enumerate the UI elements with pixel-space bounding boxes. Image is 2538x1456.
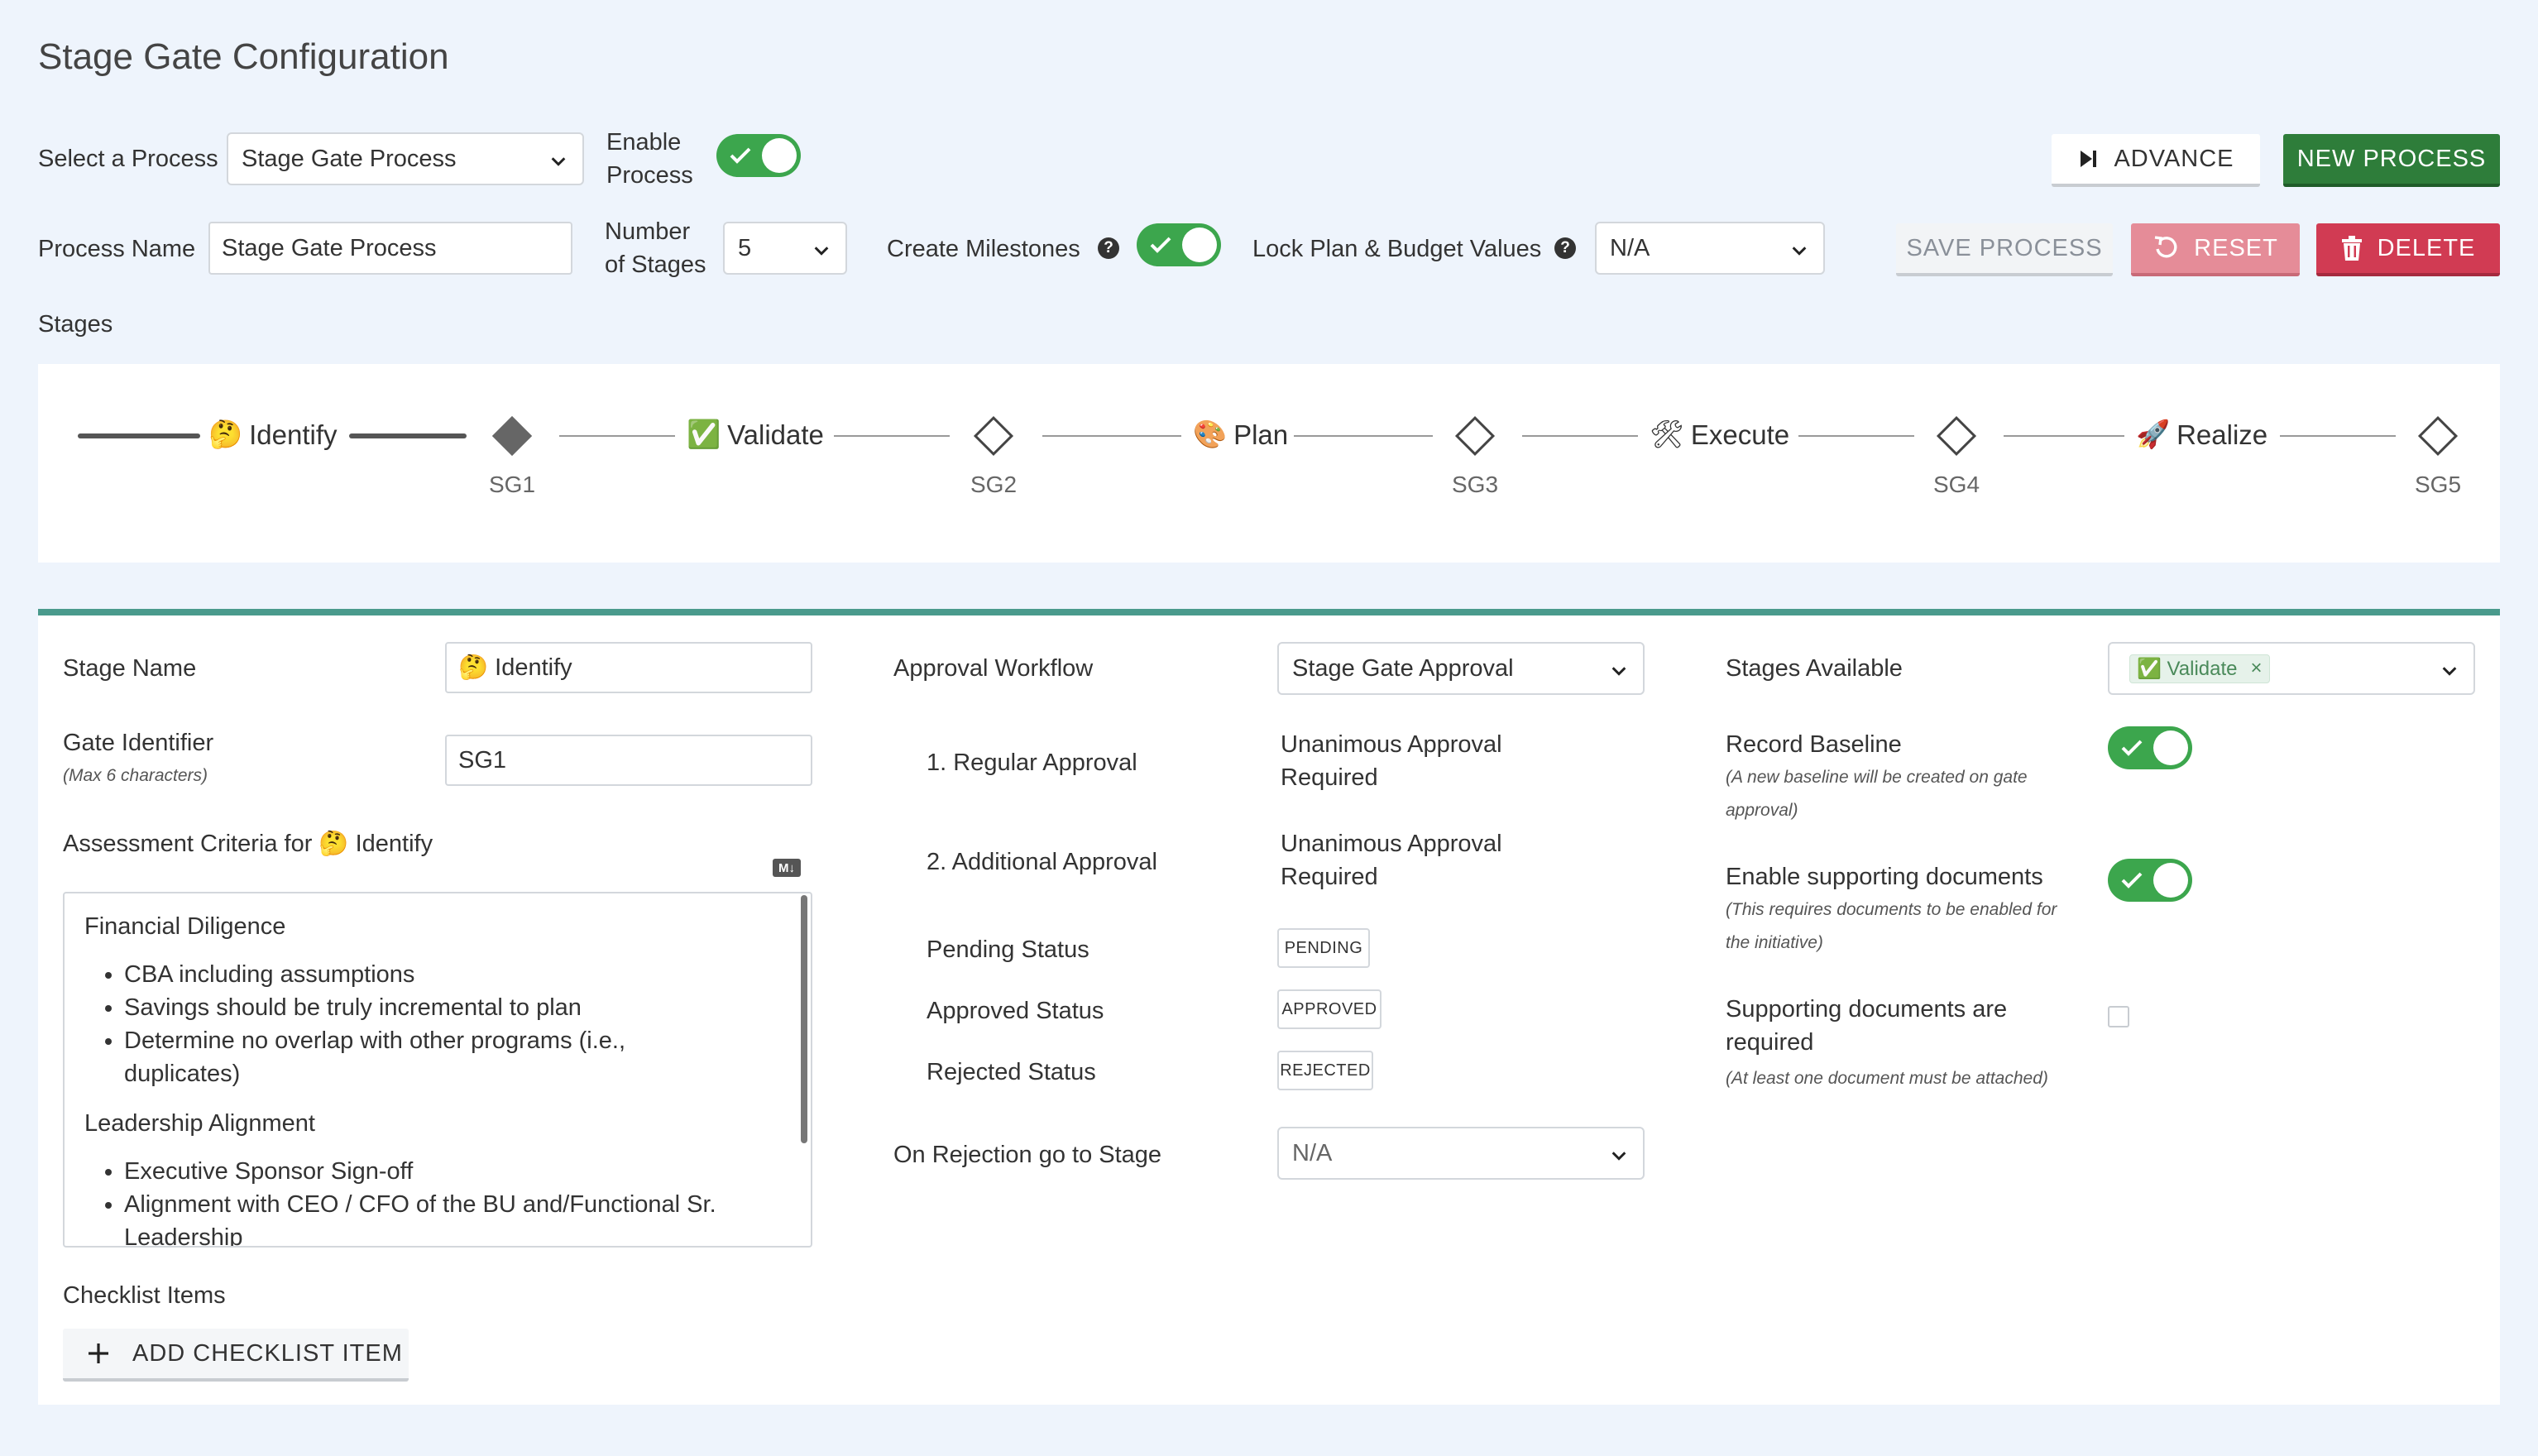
select-process-label: Select a Process bbox=[38, 146, 218, 172]
lock-plan-budget-label: Lock Plan & Budget Values bbox=[1252, 236, 1542, 262]
record-baseline-toggle[interactable] bbox=[2108, 726, 2192, 769]
create-milestones-label: Create Milestones bbox=[887, 236, 1080, 262]
criteria-item: Savings should be truly incremental to p… bbox=[124, 991, 791, 1024]
check-icon bbox=[1150, 237, 1171, 253]
enable-supporting-docs-note: (This requires documents to be enabled f… bbox=[1726, 900, 2057, 952]
create-milestones-toggle[interactable] bbox=[1137, 223, 1221, 266]
markdown-icon: M↓ bbox=[773, 859, 801, 877]
regular-approval-label: 1. Regular Approval bbox=[927, 750, 1137, 776]
approval-workflow-select[interactable]: Stage Gate Approval bbox=[1277, 642, 1645, 695]
criteria-heading: Leadership Alignment bbox=[84, 1110, 315, 1137]
gate-sg1-diamond[interactable] bbox=[491, 415, 533, 457]
chevron-down-icon bbox=[814, 247, 829, 256]
advance-button[interactable]: ADVANCE bbox=[2052, 134, 2260, 187]
stages-label: Stages bbox=[38, 311, 113, 338]
pending-status-badge[interactable]: PENDING bbox=[1277, 928, 1370, 968]
docs-required-label: Supporting documents are required bbox=[1726, 996, 2008, 1056]
reset-button[interactable]: RESET bbox=[2131, 223, 2300, 276]
gate-sg4-diamond[interactable] bbox=[1936, 415, 1977, 457]
additional-approval-value: Unanimous Approval Required bbox=[1281, 831, 1502, 891]
stage-chip-validate[interactable]: ✅ Validate × bbox=[2129, 654, 2270, 683]
gate-sg4-label: SG4 bbox=[1932, 472, 1980, 497]
stage-execute[interactable]: 🛠 Execute bbox=[1650, 419, 1789, 451]
record-baseline-note: (A new baseline will be created on gate … bbox=[1726, 768, 2028, 820]
checklist-items-label: Checklist Items bbox=[63, 1282, 226, 1309]
stages-available-select[interactable]: ✅ Validate × bbox=[2108, 642, 2475, 695]
pending-status-label: Pending Status bbox=[927, 936, 1089, 963]
number-of-stages-label: Number of Stages bbox=[605, 218, 706, 279]
gate-sg5-diamond[interactable] bbox=[2417, 415, 2459, 457]
additional-approval-label: 2. Additional Approval bbox=[927, 849, 1157, 875]
process-name-label: Process Name bbox=[38, 236, 196, 262]
process-select[interactable]: Stage Gate Process bbox=[227, 132, 584, 185]
criteria-item: CBA including assumptions bbox=[124, 958, 791, 991]
help-icon[interactable]: ? bbox=[1098, 237, 1119, 259]
check-icon bbox=[2121, 872, 2143, 888]
gate-sg3-diamond[interactable] bbox=[1454, 415, 1496, 457]
help-icon[interactable]: ? bbox=[1554, 237, 1576, 259]
docs-required-note: (At least one document must be attached) bbox=[1726, 1069, 2048, 1088]
plus-icon bbox=[89, 1343, 108, 1363]
enable-supporting-docs-label: Enable supporting documents bbox=[1726, 864, 2043, 890]
on-rejection-select[interactable]: N/A bbox=[1277, 1127, 1645, 1180]
stages-available-label: Stages Available bbox=[1726, 655, 1903, 682]
check-icon bbox=[2121, 740, 2143, 756]
trash-icon bbox=[2341, 236, 2362, 261]
stage-realize[interactable]: 🚀 Realize bbox=[2136, 419, 2267, 451]
save-process-button[interactable]: SAVE PROCESS bbox=[1896, 223, 2113, 276]
stages-timeline: 🤔 Identify SG1 ✅ Validate SG2 🎨 Plan SG3 🛠 E… bbox=[38, 364, 2500, 563]
approved-status-badge[interactable]: APPROVED bbox=[1277, 989, 1382, 1029]
chevron-down-icon bbox=[1611, 667, 1626, 676]
stage-identify[interactable]: 🤔 Identify bbox=[208, 419, 338, 451]
enable-supporting-docs-toggle[interactable] bbox=[2108, 859, 2192, 902]
process-name-input[interactable]: Stage Gate Process bbox=[208, 222, 572, 275]
gate-sg3-label: SG3 bbox=[1451, 472, 1499, 497]
enable-process-toggle[interactable] bbox=[716, 134, 801, 177]
rejected-status-badge[interactable]: REJECTED bbox=[1277, 1051, 1373, 1090]
record-baseline-label: Record Baseline bbox=[1726, 731, 1902, 758]
skip-forward-icon bbox=[2081, 151, 2097, 167]
chevron-down-icon bbox=[551, 157, 566, 166]
gate-sg5-label: SG5 bbox=[2414, 472, 2462, 497]
stage-name-label: Stage Name bbox=[63, 655, 197, 682]
chevron-down-icon bbox=[1611, 1152, 1626, 1161]
new-process-button[interactable]: NEW PROCESS bbox=[2283, 134, 2500, 187]
criteria-item: Executive Sponsor Sign-off bbox=[124, 1155, 791, 1188]
editor-scrollbar[interactable] bbox=[801, 895, 807, 1143]
on-rejection-label: On Rejection go to Stage bbox=[893, 1142, 1162, 1168]
docs-required-checkbox[interactable] bbox=[2108, 1006, 2129, 1027]
delete-button[interactable]: DELETE bbox=[2316, 223, 2500, 276]
chevron-down-icon bbox=[2442, 667, 2457, 676]
approved-status-label: Approved Status bbox=[927, 998, 1104, 1024]
assessment-criteria-editor[interactable]: Financial Diligence CBA including assump… bbox=[63, 892, 812, 1248]
gate-identifier-note: (Max 6 characters) bbox=[63, 766, 208, 785]
regular-approval-value: Unanimous Approval Required bbox=[1281, 731, 1502, 792]
criteria-item: Determine no overlap with other programs… bbox=[124, 1024, 703, 1090]
stage-plan[interactable]: 🎨 Plan bbox=[1193, 419, 1288, 451]
lock-plan-budget-select[interactable]: N/A bbox=[1595, 222, 1825, 275]
gate-sg2-diamond[interactable] bbox=[973, 415, 1014, 457]
criteria-heading: Financial Diligence bbox=[84, 913, 286, 940]
number-of-stages-select[interactable]: 5 bbox=[723, 222, 847, 275]
gate-identifier-input[interactable]: SG1 bbox=[445, 735, 812, 786]
remove-chip-icon[interactable]: × bbox=[2251, 657, 2263, 680]
gate-sg1-label: SG1 bbox=[488, 472, 536, 497]
undo-icon bbox=[2154, 236, 2177, 258]
enable-process-label: Enable Process bbox=[606, 129, 693, 189]
process-select-value: Stage Gate Process bbox=[242, 145, 457, 172]
check-icon bbox=[730, 147, 751, 164]
criteria-item: Alignment with CEO / CFO of the BU and/F… bbox=[124, 1188, 753, 1246]
gate-sg2-label: SG2 bbox=[970, 472, 1018, 497]
add-checklist-item-button[interactable]: ADD CHECKLIST ITEM bbox=[63, 1329, 409, 1382]
chevron-down-icon bbox=[1792, 247, 1807, 256]
stage-validate[interactable]: ✅ Validate bbox=[687, 419, 824, 451]
page-title: Stage Gate Configuration bbox=[38, 36, 449, 77]
rejected-status-label: Rejected Status bbox=[927, 1059, 1096, 1085]
gate-identifier-label: Gate Identifier bbox=[63, 730, 214, 756]
assessment-criteria-label: Assessment Criteria for 🤔 Identify bbox=[63, 831, 433, 857]
stage-name-input[interactable]: 🤔 Identify bbox=[445, 642, 812, 693]
approval-workflow-label: Approval Workflow bbox=[893, 655, 1094, 682]
